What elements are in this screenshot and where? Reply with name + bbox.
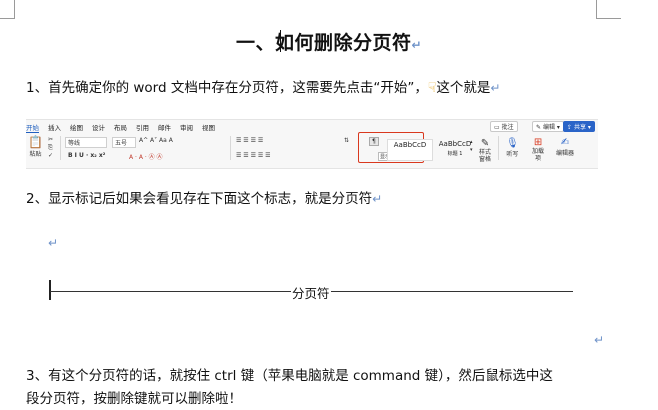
return-mark: ↵ <box>594 333 605 347</box>
title-text: 一、如何删除分页符 <box>235 32 412 54</box>
return-mark: ↵ <box>411 38 423 52</box>
tab-home[interactable]: 开始 <box>26 124 39 133</box>
clipboard-icon: 📋 <box>28 135 43 149</box>
style-normal[interactable]: AaBbCcD <box>387 139 433 161</box>
page-title: 一、如何删除分页符↵ <box>0 28 658 55</box>
tab-mailings[interactable]: 邮件 <box>158 124 171 132</box>
paragraph-3-line-2: 段分页符，按删除键就可以删除啦！ <box>26 388 242 410</box>
addins-button[interactable]: ⊞ 加载 项 <box>532 137 544 162</box>
tab-view[interactable]: 视图 <box>202 124 215 132</box>
divider <box>230 136 231 160</box>
word-ribbon: 开始 插入 绘图 设计 布局 引用 邮件 审阅 视图 ▭ 批注 ✎ 编辑 ▾ ⇪ 共享 ▾ 📋 … <box>26 119 598 169</box>
comment-button[interactable]: ▭ 批注 <box>490 121 518 132</box>
font-name-value: 等线 <box>68 140 81 147</box>
paragraph-1-text: 1、首先确定你的 word 文档中存在分页符，这需要先点击“开始”， <box>26 80 428 96</box>
text-cursor <box>49 280 51 300</box>
paragraph-1: 1、首先确定你的 word 文档中存在分页符，这需要先点击“开始”，☟这个就是↵ <box>26 77 500 99</box>
edit-mode-button[interactable]: ✎ 编辑 ▾ <box>532 121 564 132</box>
style-pane-icon: ✎ <box>480 138 490 149</box>
page-break-label: 分页符 <box>291 283 331 302</box>
comment-icon: ▭ <box>494 124 500 131</box>
tab-design[interactable]: 设计 <box>92 124 105 132</box>
chevron-down-icon: ▾ <box>587 124 591 131</box>
paragraph-2-text: 2、显示标记后如果会看见存在下面这个标志，就是分页符 <box>26 191 373 207</box>
share-icon: ⇪ <box>567 124 573 131</box>
return-mark: ↵ <box>490 81 501 95</box>
microphone-icon: 🎙 <box>506 138 519 149</box>
text-cursor <box>280 30 281 52</box>
paste-button[interactable]: 📋 粘贴 <box>28 135 43 158</box>
sort-icon[interactable]: ⇅ <box>344 137 349 144</box>
edit-mode-label: 编辑 <box>542 124 555 131</box>
share-button[interactable]: ⇪ 共享 ▾ <box>563 121 595 132</box>
addins-label: 加载 项 <box>532 148 545 162</box>
show-marks-button[interactable]: ¶ <box>369 137 379 146</box>
paragraph-3-line-1: 3、有这个分页符的话，就按住 ctrl 键（苹果电脑就是 command 键），… <box>26 365 553 387</box>
editor-icon: ✍ <box>560 137 570 148</box>
tab-insert[interactable]: 插入 <box>48 124 61 132</box>
return-mark: ↵ <box>372 192 383 206</box>
editor-label: 编辑器 <box>556 150 575 157</box>
dictate-label: 听写 <box>506 151 519 158</box>
divider <box>498 136 499 160</box>
font-name-select[interactable]: 等线 <box>65 137 107 148</box>
crop-mark-top-left <box>0 0 15 19</box>
share-label: 共享 <box>573 124 586 131</box>
font-size-value: 五号 <box>115 140 128 147</box>
style-normal-preview: AaBbCcD <box>393 141 427 149</box>
list-buttons[interactable]: ☰ ☰ ☰ ☰ <box>236 137 263 144</box>
editor-button[interactable]: ✍ 编辑器 <box>556 137 574 157</box>
tab-layout[interactable]: 布局 <box>114 124 127 132</box>
format-buttons[interactable]: B I U · x₂ x² <box>68 152 105 159</box>
tab-draw[interactable]: 绘图 <box>70 124 83 132</box>
style-pane-button[interactable]: ✎ 样式 窗格 <box>479 138 491 163</box>
divider <box>60 136 61 160</box>
style-pane-label: 样式 窗格 <box>479 149 492 163</box>
pilcrow-icon: ¶ <box>372 138 376 145</box>
paragraph-2: 2、显示标记后如果会看见存在下面这个标志，就是分页符↵ <box>26 188 382 210</box>
styles-scroll-arrows[interactable]: ▴ ▾ <box>470 138 473 154</box>
dictate-button[interactable]: 🎙 听写 <box>506 138 519 158</box>
tab-references[interactable]: 引用 <box>136 124 149 132</box>
color-buttons[interactable]: A · A · Ⓐ Ⓐ <box>129 152 163 161</box>
paragraph-3-text-2: 段分页符，按删除键就可以删除啦！ <box>26 391 242 407</box>
font-size-select[interactable]: 五号 <box>112 137 136 148</box>
paste-label: 粘贴 <box>29 151 42 158</box>
ribbon-tabs: 开始 插入 绘图 设计 布局 引用 邮件 审阅 视图 <box>26 122 224 133</box>
comment-label: 批注 <box>501 124 514 131</box>
cut-copy-icons[interactable]: ✂ ⎘ ✓ <box>48 136 53 160</box>
paragraph-3-text: 3、有这个分页符的话，就按住 ctrl 键（苹果电脑就是 command 键），… <box>26 368 553 384</box>
crop-mark-top-right <box>596 0 621 19</box>
paragraph-1-tail: 这个就是 <box>436 80 491 96</box>
font-size-buttons[interactable]: A^ A˅ Aa A <box>139 137 173 144</box>
pencil-icon: ✎ <box>536 124 542 131</box>
chevron-down-icon: ▾ <box>556 124 560 131</box>
return-mark: ↵ <box>48 236 59 250</box>
tab-review[interactable]: 审阅 <box>180 124 193 132</box>
align-buttons[interactable]: ☰ ☰ ☰ ☰ ☰ <box>236 152 271 159</box>
addins-icon: ⊞ <box>533 137 543 148</box>
